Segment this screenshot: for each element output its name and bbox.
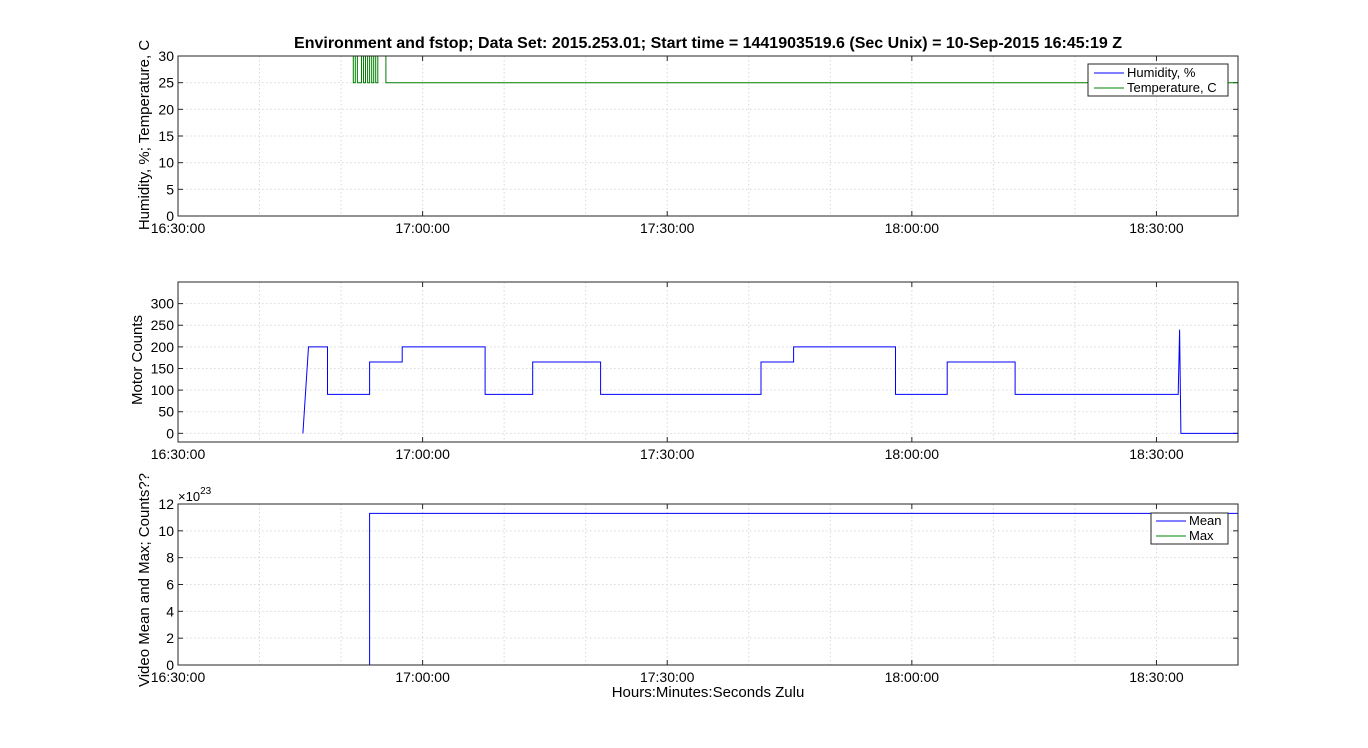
x-tick-label: 17:00:00	[395, 669, 450, 685]
figure-title: Environment and fstop; Data Set: 2015.25…	[294, 35, 1122, 52]
x-tick-label: 18:00:00	[885, 220, 940, 236]
x-tick-label: 17:00:00	[395, 446, 450, 462]
y-tick-label: 20	[158, 101, 174, 117]
y-tick-label: 200	[151, 339, 175, 355]
x-tick-label: 17:00:00	[395, 220, 450, 236]
y-tick-label: 0	[166, 208, 174, 224]
x-tick-label: 16:30:00	[151, 220, 206, 236]
y-tick-label: 30	[158, 48, 174, 64]
y-tick-label: 4	[166, 603, 174, 619]
y-tick-label: 300	[151, 296, 175, 312]
video-ylabel: Video Mean and Max; Counts??	[136, 473, 153, 687]
legend-temperature-label: Temperature, C	[1127, 80, 1217, 95]
humidity-temperature-ylabel: Humidity, %; Temperature, C	[136, 40, 153, 231]
y-tick-label: 100	[151, 382, 175, 398]
motor-counts-plot: 16:30:00 17:00:00 17:30:00 18:00:00 18:30:00…	[129, 281, 1239, 462]
x-tick-label: 18:00:00	[885, 446, 940, 462]
x-tick-label: 18:00:00	[885, 669, 940, 685]
x-tick-label: 18:30:00	[1129, 669, 1184, 685]
y-tick-label: 25	[158, 75, 174, 91]
figure: Environment and fstop; Data Set: 2015.25…	[0, 0, 1368, 748]
x-tick-label: 17:30:00	[640, 220, 695, 236]
y-tick-label: 0	[166, 657, 174, 673]
y-tick-label: 10	[158, 155, 174, 171]
motor-counts-ylabel: Motor Counts	[129, 315, 146, 405]
x-tick-label: 16:30:00	[151, 669, 206, 685]
humidity-temperature-plot: 16:30:00 17:00:00 17:30:00 18:00:00 18:30:00…	[136, 40, 1239, 236]
y-tick-label: 10	[158, 523, 174, 539]
x-tick-label: 18:30:00	[1129, 446, 1184, 462]
video-y-exponent-power: 23	[200, 486, 212, 497]
legend-max-label: Max	[1189, 528, 1214, 543]
y-tick-label: 50	[158, 404, 174, 420]
plot-area	[178, 282, 1238, 442]
x-tick-label: 16:30:00	[151, 446, 206, 462]
x-tick-label: 17:30:00	[640, 446, 695, 462]
y-tick-label: 8	[166, 550, 174, 566]
legend-humidity-label: Humidity, %	[1127, 65, 1196, 80]
x-tick-label: 18:30:00	[1129, 220, 1184, 236]
video-legend: Mean Max	[1150, 512, 1229, 545]
video-y-exponent-base: ×10	[178, 489, 200, 504]
humidity-temperature-legend: Humidity, % Temperature, C	[1087, 63, 1229, 97]
video-xlabel: Hours:Minutes:Seconds Zulu	[612, 684, 805, 701]
x-tick-label: 17:30:00	[640, 669, 695, 685]
y-tick-label: 250	[151, 317, 175, 333]
y-tick-label: 150	[151, 360, 175, 376]
y-tick-label: 5	[166, 181, 174, 197]
y-tick-label: 0	[166, 425, 174, 441]
y-tick-label: 12	[158, 496, 174, 512]
y-tick-label: 15	[158, 128, 174, 144]
legend-mean-label: Mean	[1189, 513, 1222, 528]
y-tick-label: 6	[166, 577, 174, 593]
y-tick-label: 2	[166, 630, 174, 646]
